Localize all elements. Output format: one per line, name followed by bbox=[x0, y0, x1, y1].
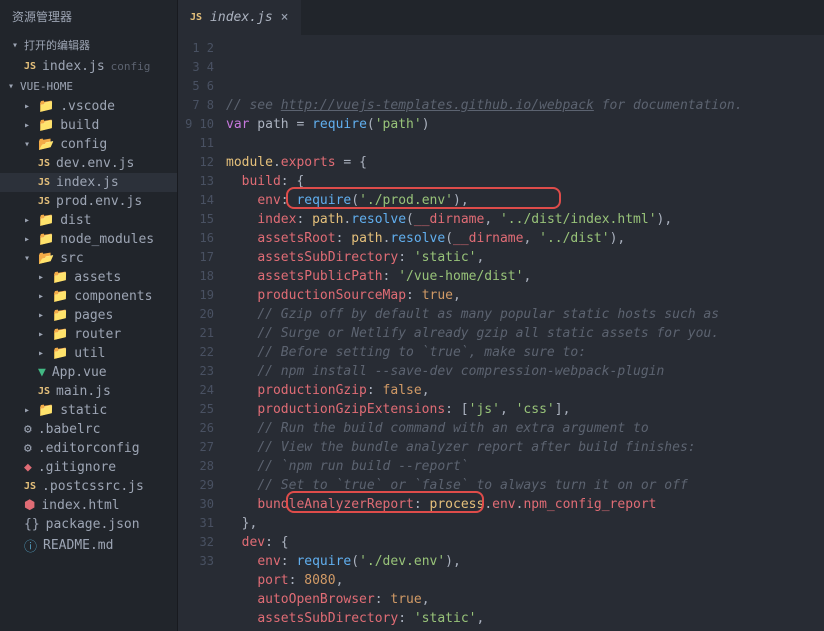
js-icon: JS bbox=[38, 386, 50, 397]
code-editor[interactable]: 1 2 3 4 5 6 7 8 9 10 11 12 13 14 15 16 1… bbox=[178, 35, 824, 631]
markdown-icon: ⓘ bbox=[24, 536, 37, 555]
file-gitignore[interactable]: ◆.gitignore bbox=[0, 458, 177, 477]
folder-util[interactable]: ▸📁util bbox=[0, 344, 177, 363]
editor-main: JS index.js × 1 2 3 4 5 6 7 8 9 10 11 12… bbox=[178, 0, 824, 631]
js-icon: JS bbox=[38, 196, 50, 207]
git-icon: ◆ bbox=[24, 460, 32, 475]
tab-label: index.js bbox=[210, 10, 273, 25]
file-app-vue[interactable]: ▼App.vue bbox=[0, 363, 177, 382]
tab-bar: JS index.js × bbox=[178, 0, 824, 35]
file-readme[interactable]: ⓘREADME.md bbox=[0, 534, 177, 557]
code-content[interactable]: // see http://vuejs-templates.github.io/… bbox=[226, 35, 824, 631]
folder-icon: 📁 bbox=[38, 118, 54, 133]
file-dev-env[interactable]: JSdev.env.js bbox=[0, 154, 177, 173]
close-icon[interactable]: × bbox=[281, 10, 289, 25]
folder-static[interactable]: ▸📁static bbox=[0, 401, 177, 420]
vue-icon: ▼ bbox=[38, 365, 46, 380]
js-icon: JS bbox=[24, 61, 36, 72]
js-icon: JS bbox=[38, 158, 50, 169]
folder-icon: 📁 bbox=[38, 99, 54, 114]
file-prod-env[interactable]: JSprod.env.js bbox=[0, 192, 177, 211]
chevron-right-icon: ▸ bbox=[38, 329, 46, 340]
folder-components[interactable]: ▸📁components bbox=[0, 287, 177, 306]
folder-open-icon: 📂 bbox=[38, 137, 54, 152]
folder-node-modules[interactable]: ▸📁node_modules bbox=[0, 230, 177, 249]
chevron-down-icon: ▾ bbox=[24, 139, 32, 150]
folder-config[interactable]: ▾📂config bbox=[0, 135, 177, 154]
config-icon: ⚙ bbox=[24, 422, 32, 437]
folder-src[interactable]: ▾📂src bbox=[0, 249, 177, 268]
line-gutter: 1 2 3 4 5 6 7 8 9 10 11 12 13 14 15 16 1… bbox=[178, 35, 226, 631]
file-index-js[interactable]: JSindex.js bbox=[0, 173, 177, 192]
folder-open-icon: 📂 bbox=[38, 251, 54, 266]
chevron-right-icon: ▸ bbox=[38, 348, 46, 359]
folder-icon: 📁 bbox=[52, 270, 68, 285]
open-editor-item[interactable]: JS index.js config bbox=[0, 57, 177, 76]
project-root[interactable]: ▾ VUE-HOME bbox=[0, 76, 177, 97]
file-main-js[interactable]: JSmain.js bbox=[0, 382, 177, 401]
chevron-right-icon: ▸ bbox=[24, 120, 32, 131]
chevron-right-icon: ▸ bbox=[24, 405, 32, 416]
tab-index-js[interactable]: JS index.js × bbox=[178, 0, 301, 35]
folder-icon: 📁 bbox=[38, 213, 54, 228]
chevron-right-icon: ▸ bbox=[24, 234, 32, 245]
folder-vscode[interactable]: ▸📁.vscode bbox=[0, 97, 177, 116]
folder-icon: 📁 bbox=[52, 327, 68, 342]
folder-build[interactable]: ▸📁build bbox=[0, 116, 177, 135]
file-package-json[interactable]: {}package.json bbox=[0, 515, 177, 534]
folder-icon: 📁 bbox=[38, 232, 54, 247]
folder-icon: 📁 bbox=[38, 403, 54, 418]
open-editors-section[interactable]: ▾ 打开的编辑器 bbox=[0, 33, 177, 57]
js-icon: JS bbox=[24, 481, 36, 492]
folder-pages[interactable]: ▸📁pages bbox=[0, 306, 177, 325]
chevron-down-icon: ▾ bbox=[12, 40, 20, 51]
chevron-right-icon: ▸ bbox=[24, 101, 32, 112]
chevron-right-icon: ▸ bbox=[38, 310, 46, 321]
chevron-right-icon: ▸ bbox=[24, 215, 32, 226]
js-icon: JS bbox=[38, 177, 50, 188]
folder-icon: 📁 bbox=[52, 308, 68, 323]
sidebar: 资源管理器 ▾ 打开的编辑器 JS index.js config ▾ VUE-… bbox=[0, 0, 178, 631]
folder-dist[interactable]: ▸📁dist bbox=[0, 211, 177, 230]
folder-router[interactable]: ▸📁router bbox=[0, 325, 177, 344]
file-editorconfig[interactable]: ⚙.editorconfig bbox=[0, 439, 177, 458]
file-babelrc[interactable]: ⚙.babelrc bbox=[0, 420, 177, 439]
chevron-right-icon: ▸ bbox=[38, 291, 46, 302]
js-icon: JS bbox=[190, 12, 202, 23]
folder-icon: 📁 bbox=[52, 289, 68, 304]
html-icon: ⬢ bbox=[24, 498, 35, 513]
file-index-html[interactable]: ⬢index.html bbox=[0, 496, 177, 515]
sidebar-title: 资源管理器 bbox=[0, 0, 177, 33]
chevron-down-icon: ▾ bbox=[8, 81, 16, 92]
chevron-right-icon: ▸ bbox=[38, 272, 46, 283]
folder-icon: 📁 bbox=[52, 346, 68, 361]
json-icon: {} bbox=[24, 517, 40, 532]
chevron-down-icon: ▾ bbox=[24, 253, 32, 264]
file-postcssrc[interactable]: JS.postcssrc.js bbox=[0, 477, 177, 496]
config-icon: ⚙ bbox=[24, 441, 32, 456]
folder-assets[interactable]: ▸📁assets bbox=[0, 268, 177, 287]
